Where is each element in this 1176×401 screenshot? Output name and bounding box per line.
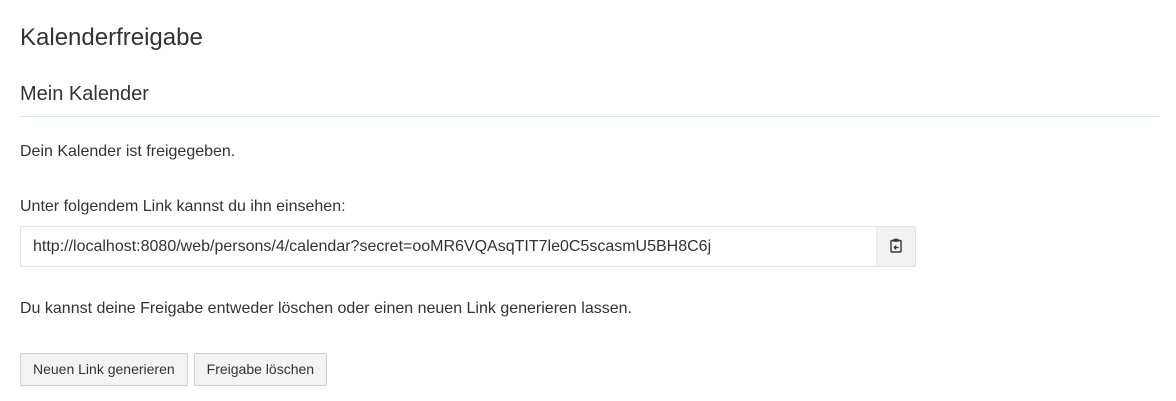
generate-new-link-button[interactable]: Neuen Link generieren bbox=[20, 353, 188, 386]
section-header: Mein Kalender bbox=[20, 82, 1160, 117]
copy-link-button[interactable] bbox=[876, 227, 915, 266]
share-status-text: Dein Kalender ist freigegeben. bbox=[20, 143, 236, 160]
delete-share-button[interactable]: Freigabe löschen bbox=[193, 353, 328, 386]
share-link-group bbox=[20, 226, 916, 267]
share-hint-text: Du kannst deine Freigabe entweder lösche… bbox=[20, 300, 632, 317]
share-link-input[interactable] bbox=[21, 227, 876, 266]
page-title: Kalenderfreigabe bbox=[20, 24, 203, 51]
link-label: Unter folgendem Link kannst du ihn einse… bbox=[20, 198, 346, 215]
section-title: Mein Kalender bbox=[20, 83, 149, 105]
clipboard-copy-icon bbox=[890, 238, 902, 256]
action-buttons: Neuen Link generieren Freigabe löschen bbox=[20, 353, 328, 386]
